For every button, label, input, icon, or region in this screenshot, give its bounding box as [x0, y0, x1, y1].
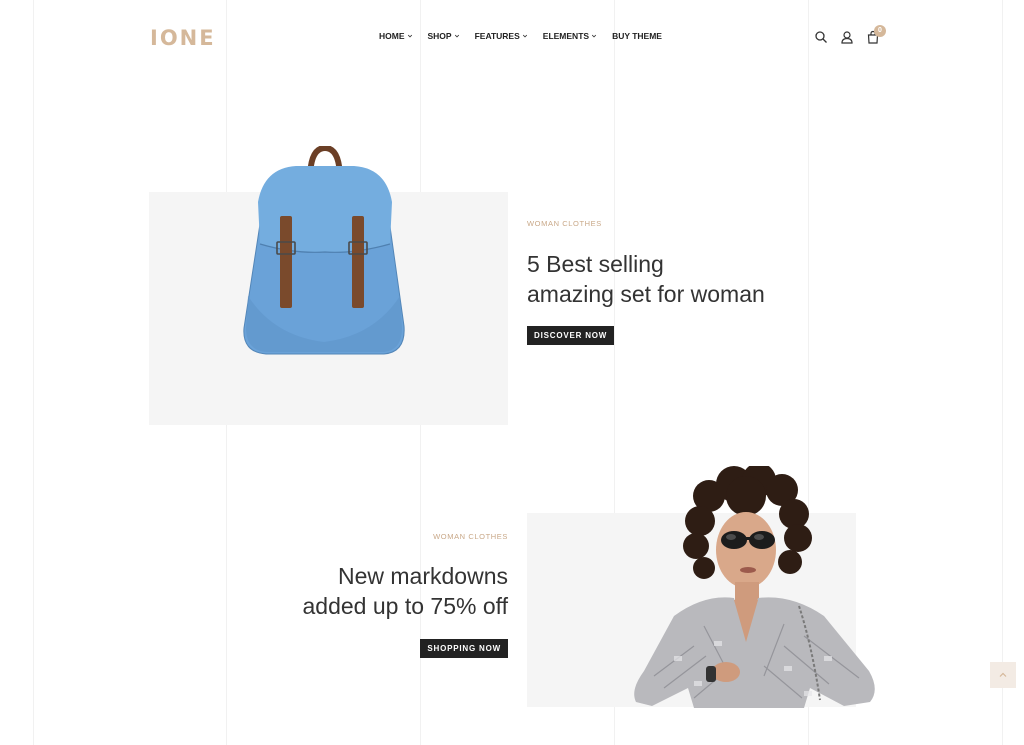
nav-shop-label: SHOP: [427, 31, 452, 41]
nav-home-label: HOME: [379, 31, 405, 41]
chevron-down-icon: [522, 34, 527, 38]
nav-buy-theme[interactable]: BUY THEME: [612, 31, 662, 41]
main-nav: HOME SHOP FEATURES ELEMENTS BUY THEME: [379, 31, 662, 41]
nav-features[interactable]: FEATURES: [475, 31, 528, 41]
nav-elements-label: ELEMENTS: [542, 31, 590, 41]
woman-model-image[interactable]: [634, 466, 884, 708]
chevron-down-icon: [407, 34, 412, 38]
banner2-title-line2: added up to 75% off: [302, 593, 508, 619]
nav-elements[interactable]: ELEMENTS: [543, 31, 597, 41]
search-icon[interactable]: [814, 30, 828, 44]
banner1-title-line2: amazing set for woman: [527, 281, 765, 307]
discover-now-button[interactable]: DISCOVER NOW: [527, 326, 615, 345]
chevron-up-icon: [999, 672, 1007, 677]
backpack-image[interactable]: [234, 146, 416, 360]
banner2-category: WOMAN CLOTHES: [433, 532, 508, 541]
chevron-down-icon: [591, 34, 597, 38]
banner1-category: WOMAN CLOTHES: [527, 219, 602, 228]
guide-line: [1002, 0, 1003, 745]
user-icon[interactable]: [840, 30, 854, 44]
site-logo[interactable]: IONE: [150, 26, 216, 50]
guide-line: [33, 0, 34, 745]
nav-buy-theme-label: BUY THEME: [612, 31, 662, 41]
back-to-top-button[interactable]: [990, 662, 1016, 688]
nav-shop[interactable]: SHOP: [428, 31, 460, 41]
nav-home[interactable]: HOME: [379, 31, 413, 41]
chevron-down-icon: [454, 34, 459, 38]
nav-features-label: FEATURES: [474, 31, 520, 41]
banner2-title-line1: New markdowns: [338, 563, 508, 589]
cart-count-badge: 0: [874, 25, 886, 37]
shopping-now-button[interactable]: SHOPPING NOW: [420, 639, 508, 658]
banner1-title-line1: 5 Best selling: [527, 251, 664, 277]
